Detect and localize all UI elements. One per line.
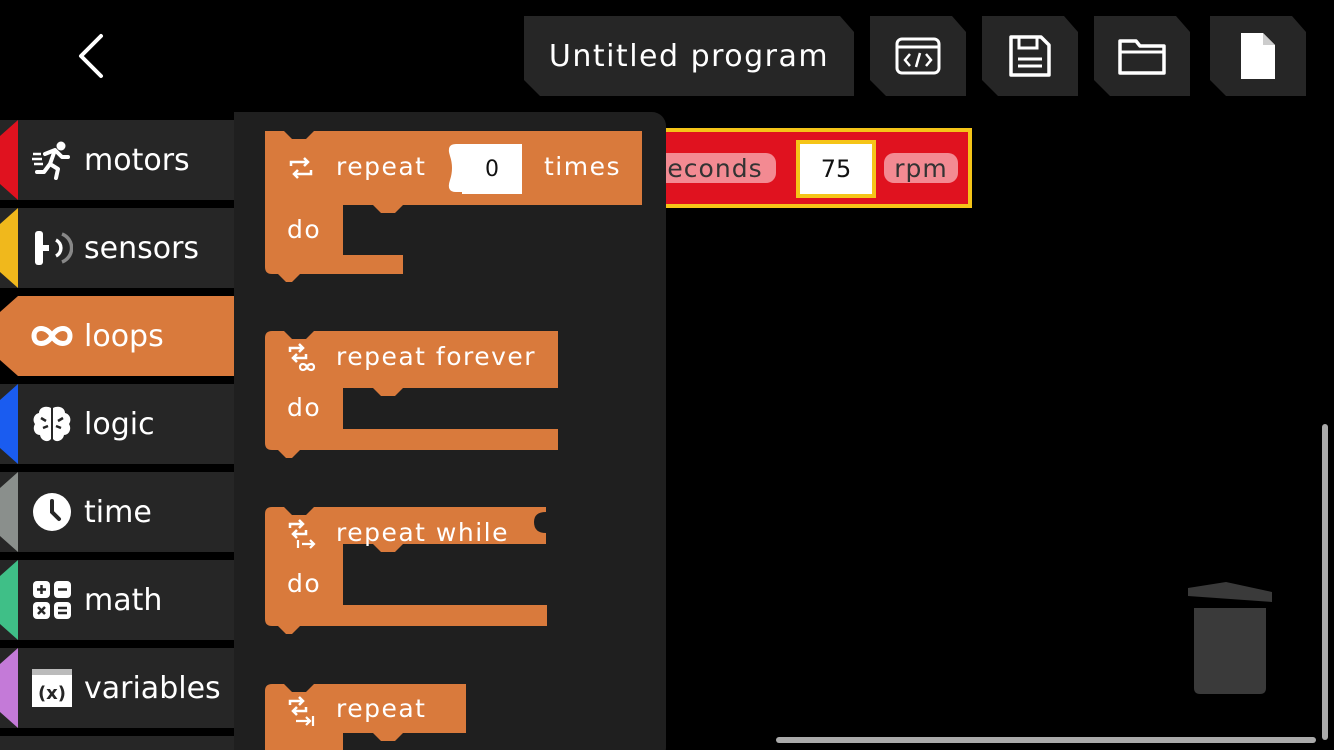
- back-button[interactable]: [60, 28, 120, 84]
- repeat-icon: [289, 157, 313, 179]
- time-color-strip: [0, 472, 18, 552]
- unit-label: rpm: [884, 153, 958, 183]
- category-math[interactable]: math: [0, 560, 234, 640]
- motors-color-strip: [0, 120, 18, 200]
- code-view-button[interactable]: [870, 16, 966, 96]
- category-sensors[interactable]: sensors: [0, 208, 234, 288]
- speed-input[interactable]: 75: [796, 140, 876, 198]
- trash-icon: [1188, 582, 1272, 694]
- calculator-icon: [30, 579, 74, 621]
- vertical-scrollbar[interactable]: [1322, 424, 1328, 740]
- category-label: time: [84, 494, 152, 530]
- trash-can[interactable]: [1186, 580, 1274, 696]
- do-label: do: [287, 393, 322, 422]
- infinity-icon: [30, 315, 74, 357]
- do-label: do: [287, 215, 322, 244]
- save-icon: [1009, 35, 1051, 77]
- math-color-strip: [0, 560, 18, 640]
- clock-icon: [30, 491, 74, 533]
- svg-text:(x): (x): [38, 683, 66, 704]
- repeat-forever-icon: [288, 343, 316, 372]
- variables-color-strip: [0, 648, 18, 728]
- category-time[interactable]: time: [0, 472, 234, 552]
- category-more[interactable]: [0, 736, 234, 750]
- block-shapes: [265, 131, 642, 750]
- file-icon: [1241, 33, 1275, 79]
- brain-icon: [30, 403, 74, 445]
- category-label: math: [84, 582, 163, 618]
- logic-color-strip: [0, 384, 18, 464]
- running-person-icon: [30, 139, 74, 181]
- loops-flyout: repeat 0 times do repeat forever do repe…: [234, 112, 666, 750]
- save-button[interactable]: [982, 16, 1078, 96]
- chevron-left-icon: [79, 34, 103, 78]
- new-file-button[interactable]: [1210, 16, 1306, 96]
- repeat-count-input[interactable]: 0: [462, 144, 522, 194]
- folder-icon: [1118, 39, 1166, 75]
- repeat-forever-label: repeat forever: [336, 342, 537, 371]
- repeat-until-label: repeat: [336, 694, 427, 723]
- repeat-while-icon: [288, 519, 316, 549]
- program-title-button[interactable]: Untitled program: [524, 16, 854, 96]
- category-logic[interactable]: logic: [0, 384, 234, 464]
- repeat-label: repeat: [336, 152, 427, 181]
- repeat-until-icon: [288, 696, 315, 726]
- category-label: sensors: [84, 230, 200, 266]
- repeat-while-label: repeat while: [336, 518, 509, 547]
- open-folder-button[interactable]: [1094, 16, 1190, 96]
- variable-icon: (x): [30, 667, 74, 709]
- times-label: times: [544, 152, 622, 181]
- category-label: logic: [84, 406, 155, 442]
- category-label: motors: [84, 142, 190, 178]
- horizontal-scrollbar[interactable]: [776, 737, 1316, 743]
- category-motors[interactable]: motors: [0, 120, 234, 200]
- category-loops[interactable]: loops: [0, 296, 234, 376]
- category-variables[interactable]: (x) variables: [0, 648, 234, 728]
- category-label: variables: [84, 670, 221, 706]
- category-label: loops: [84, 318, 164, 354]
- sensor-icon: [30, 227, 74, 269]
- code-icon: [895, 37, 941, 75]
- do-label: do: [287, 569, 322, 598]
- sensors-color-strip: [0, 208, 18, 288]
- program-title: Untitled program: [548, 38, 830, 74]
